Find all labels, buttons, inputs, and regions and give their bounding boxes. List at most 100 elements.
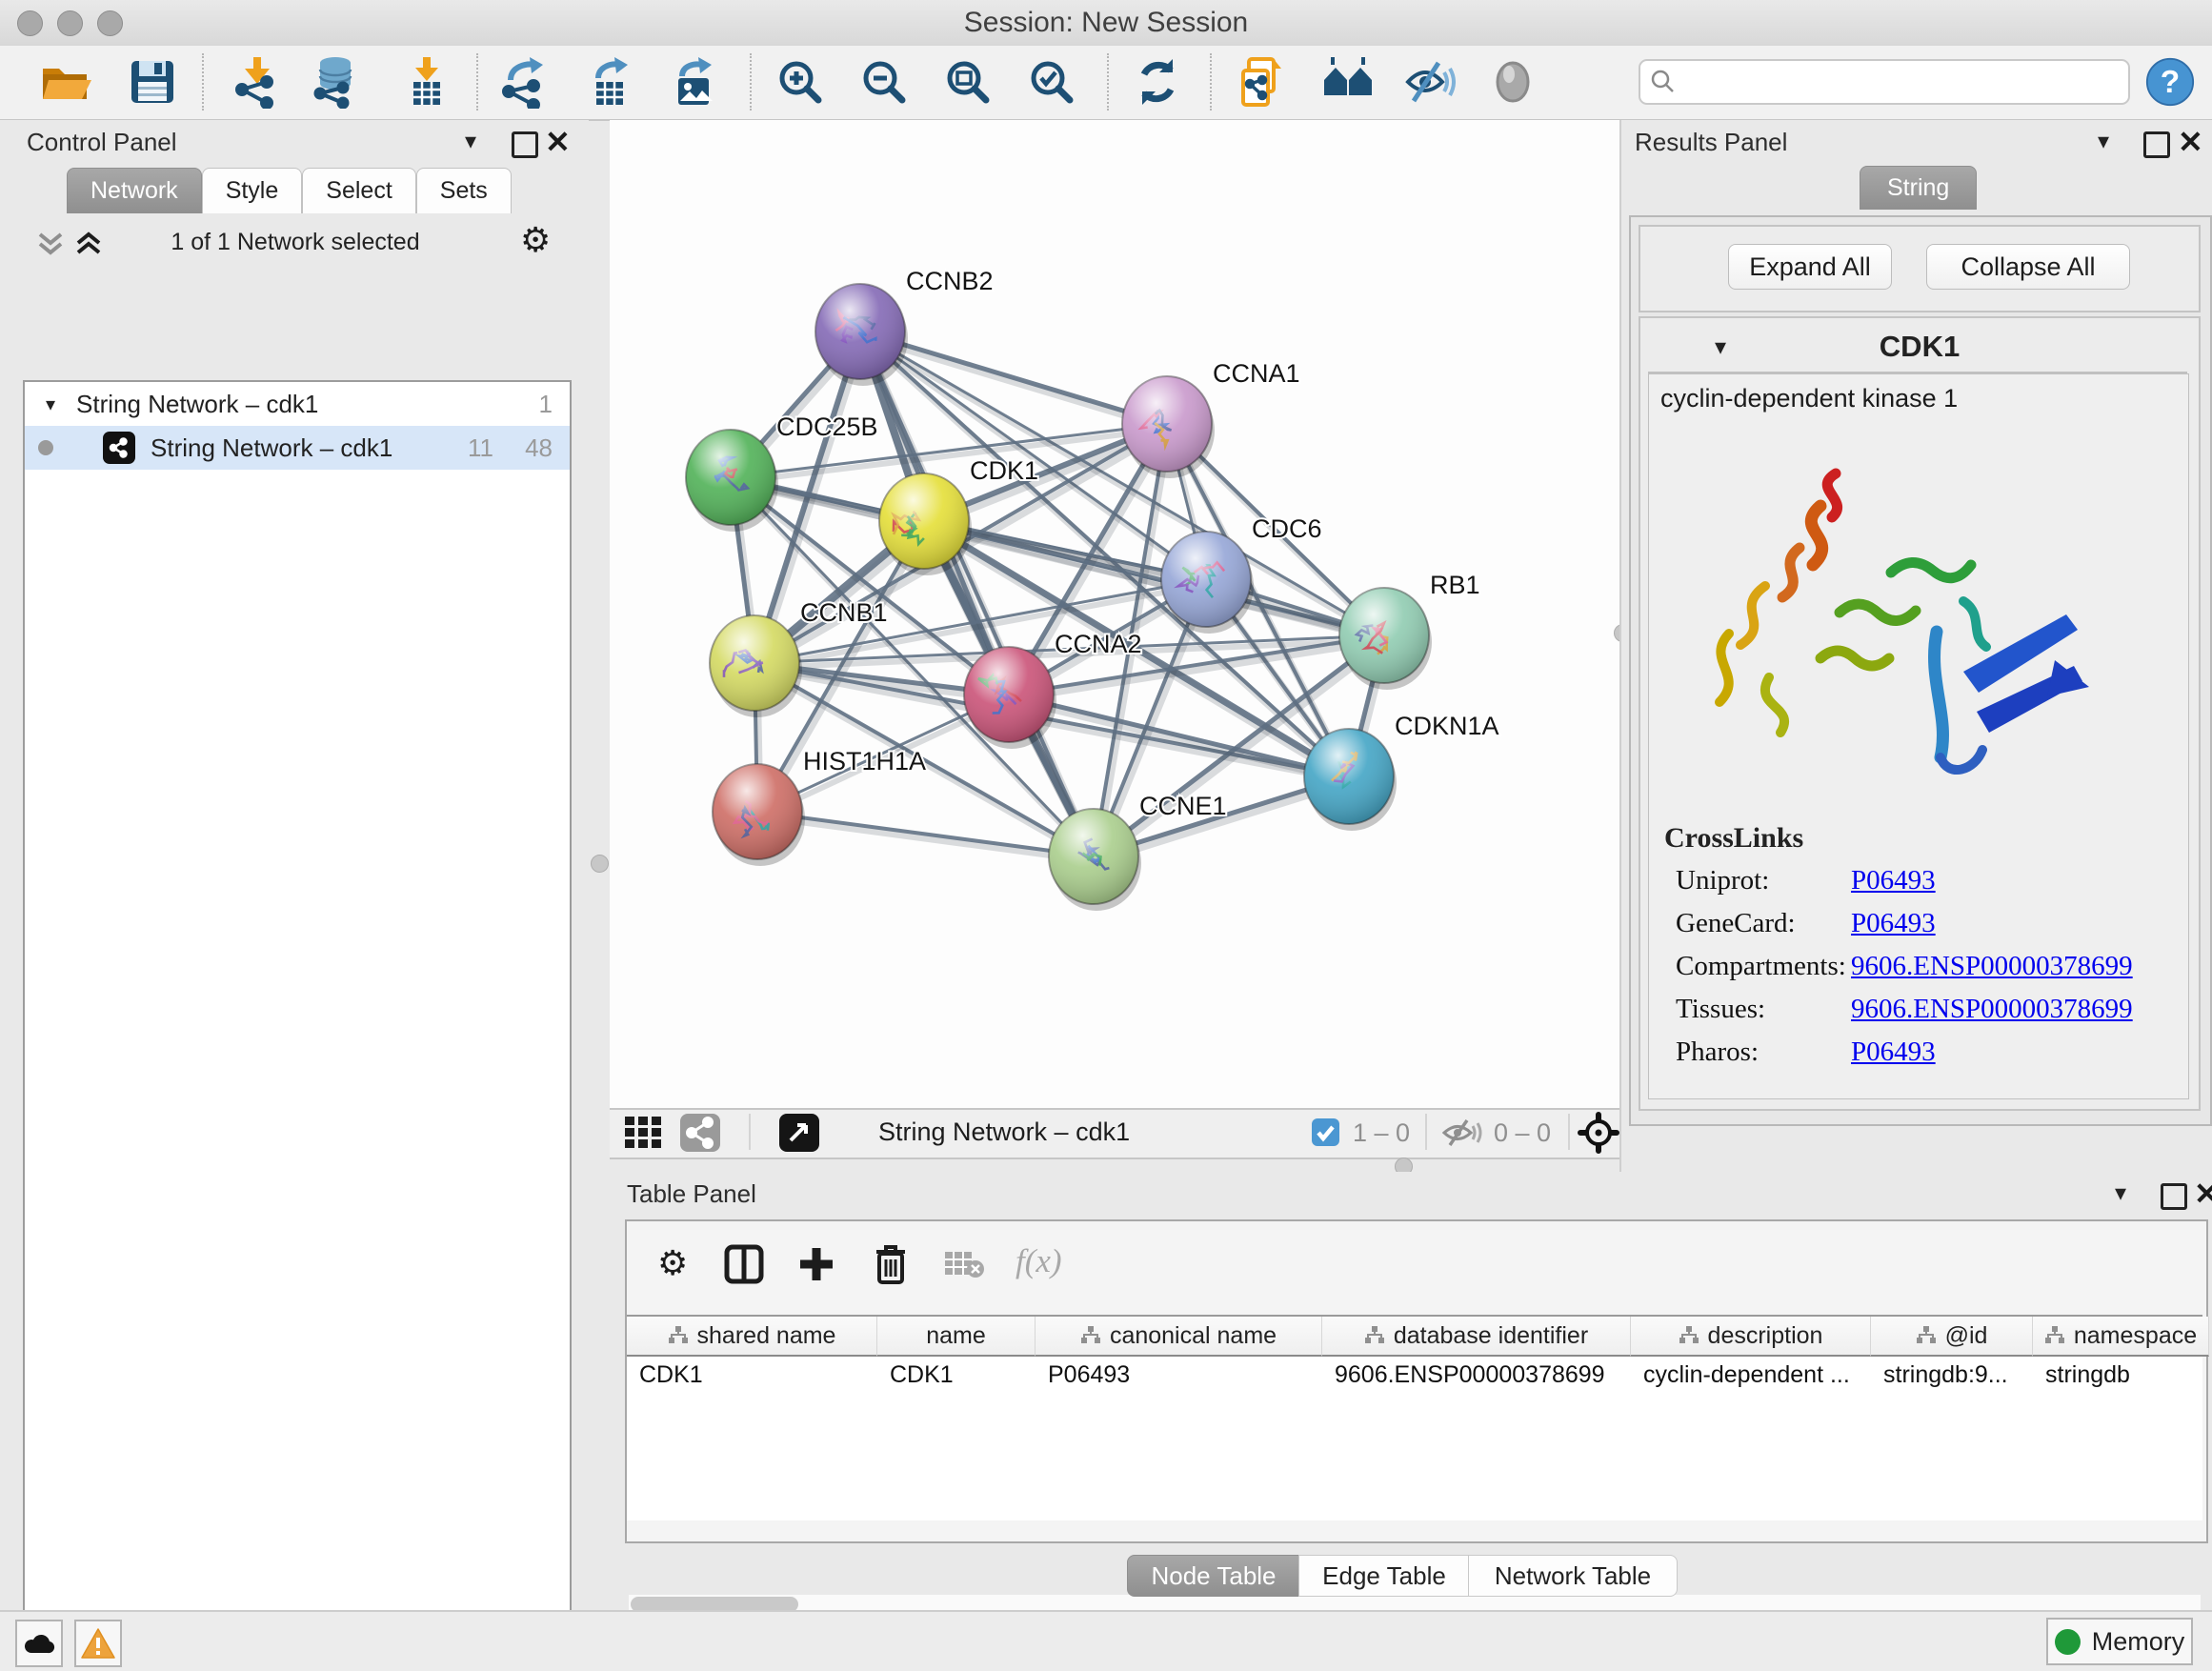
node-RB1[interactable] bbox=[1339, 588, 1432, 690]
column-header-canonical-name[interactable]: canonical name bbox=[1036, 1317, 1322, 1357]
column-header-namespace[interactable]: namespace bbox=[2033, 1317, 2209, 1357]
network-group-row[interactable]: ▾ String Network – cdk1 1 bbox=[25, 382, 570, 426]
table-cell[interactable]: CDK1 bbox=[877, 1357, 1035, 1393]
network-view-toolbar: String Network – cdk1 1 – 0 0 – 0 bbox=[610, 1108, 1619, 1159]
birdseye-icon[interactable] bbox=[779, 1114, 819, 1152]
clone-network-icon[interactable] bbox=[1236, 55, 1289, 109]
table-gear-icon[interactable]: ⚙ bbox=[657, 1246, 688, 1280]
highlight-icon[interactable] bbox=[1486, 55, 1539, 109]
table-panel-close-icon[interactable]: ✕ bbox=[2194, 1183, 2212, 1204]
node-CCNA1[interactable] bbox=[1122, 376, 1215, 478]
tab-node-table[interactable]: Node Table bbox=[1127, 1555, 1300, 1597]
zoom-out-icon[interactable] bbox=[857, 55, 911, 109]
collapse-all-button[interactable]: Collapse All bbox=[1926, 244, 2130, 290]
refresh-icon[interactable] bbox=[1131, 55, 1184, 109]
crosslink-link[interactable]: 9606.ENSP00000378699 bbox=[1851, 994, 2133, 1025]
add-icon[interactable] bbox=[796, 1244, 836, 1284]
crosslink-link[interactable]: P06493 bbox=[1851, 1037, 1936, 1068]
open-session-icon[interactable] bbox=[38, 55, 91, 109]
results-panel-menu-icon[interactable]: ▾ bbox=[2098, 128, 2109, 155]
column-header--id[interactable]: @id bbox=[1871, 1317, 2033, 1357]
crosshair-icon[interactable] bbox=[1578, 1112, 1619, 1154]
search-input[interactable] bbox=[1682, 63, 2120, 97]
import-network-icon[interactable] bbox=[231, 55, 284, 109]
node-count: 11 bbox=[468, 433, 493, 463]
crosslink-link[interactable]: 9606.ENSP00000378699 bbox=[1851, 951, 2133, 982]
window-title: Session: New Session bbox=[0, 7, 2212, 39]
zoom-selected-icon[interactable] bbox=[1025, 55, 1078, 109]
zoom-fit-icon[interactable] bbox=[941, 55, 995, 109]
node-CDKN1A[interactable] bbox=[1304, 729, 1397, 831]
table-panel-menu-icon[interactable]: ▾ bbox=[2115, 1179, 2126, 1207]
share-icon[interactable] bbox=[680, 1114, 720, 1152]
tab-network[interactable]: Network bbox=[67, 168, 202, 213]
warning-icon bbox=[80, 1627, 116, 1660]
crosslink-link[interactable]: P06493 bbox=[1851, 908, 1936, 939]
table-cell[interactable]: stringdb:9... bbox=[1871, 1357, 2032, 1393]
table-cell[interactable]: P06493 bbox=[1036, 1357, 1321, 1393]
gear-icon[interactable]: ⚙ bbox=[520, 223, 551, 257]
column-header-shared-name[interactable]: shared name bbox=[627, 1317, 877, 1357]
column-header-description[interactable]: description bbox=[1631, 1317, 1871, 1357]
memory-button[interactable]: Memory bbox=[2046, 1618, 2193, 1665]
control-panel-float-icon[interactable] bbox=[512, 131, 538, 158]
search-icon bbox=[1650, 69, 1677, 95]
table-panel-float-icon[interactable] bbox=[2161, 1183, 2187, 1210]
node-HIST1H1A[interactable] bbox=[713, 764, 805, 866]
left-splitter-handle[interactable] bbox=[591, 855, 609, 873]
warning-button[interactable] bbox=[74, 1620, 122, 1667]
crosslink-link[interactable]: P06493 bbox=[1851, 865, 1936, 896]
table-cell[interactable]: cyclin-dependent ... bbox=[1631, 1357, 1870, 1393]
column-header-database-identifier[interactable]: database identifier bbox=[1322, 1317, 1631, 1357]
tab-style[interactable]: Style bbox=[202, 168, 303, 213]
crosslink-label: GeneCard: bbox=[1676, 908, 1796, 939]
column-header-name[interactable]: name bbox=[877, 1317, 1036, 1357]
help-icon[interactable]: ? bbox=[2145, 57, 2195, 107]
zoom-in-icon[interactable] bbox=[774, 55, 827, 109]
table-cell[interactable]: stringdb bbox=[2033, 1357, 2208, 1393]
toolbar-separator bbox=[476, 53, 478, 111]
collapse-caret-icon[interactable]: ▾ bbox=[46, 393, 55, 416]
tab-edge-table[interactable]: Edge Table bbox=[1298, 1555, 1470, 1597]
node-label-CCNE1: CCNE1 bbox=[1139, 792, 1227, 820]
memory-status-dot bbox=[2055, 1629, 2081, 1655]
show-hide-icon[interactable] bbox=[1402, 55, 1456, 109]
node-CCNE1[interactable] bbox=[1049, 809, 1141, 911]
export-image-icon[interactable] bbox=[667, 55, 720, 109]
tab-sets[interactable]: Sets bbox=[416, 168, 512, 213]
save-session-icon[interactable] bbox=[126, 55, 179, 109]
control-panel-menu-icon[interactable]: ▾ bbox=[465, 128, 476, 155]
tab-network-table[interactable]: Network Table bbox=[1468, 1555, 1678, 1597]
selected-checkbox-icon[interactable] bbox=[1311, 1117, 1340, 1147]
network-canvas[interactable]: CCNB2CCNA1CDC25BCDK1CDC6RB1CCNB1CCNA2CDK… bbox=[610, 120, 1619, 1108]
node-CDC25B[interactable] bbox=[686, 430, 778, 532]
network-row-selected[interactable]: String Network – cdk1 11 48 bbox=[25, 426, 570, 470]
trash-icon[interactable] bbox=[871, 1242, 911, 1286]
tab-select[interactable]: Select bbox=[302, 168, 415, 213]
import-database-icon[interactable] bbox=[309, 55, 362, 109]
network-status-dot bbox=[38, 440, 53, 455]
title-bar: Session: New Session bbox=[0, 0, 2212, 47]
crosslink-row: Tissues:9606.ENSP00000378699 bbox=[1649, 994, 2188, 1037]
cloud-button[interactable] bbox=[15, 1620, 63, 1667]
expand-all-button[interactable]: Expand All bbox=[1728, 244, 1892, 290]
export-network-icon[interactable] bbox=[497, 55, 551, 109]
grid-icon[interactable] bbox=[623, 1115, 667, 1151]
import-table-icon[interactable] bbox=[400, 55, 453, 109]
table-cell[interactable]: 9606.ENSP00000378699 bbox=[1322, 1357, 1630, 1393]
cdk1-section: ▾ CDK1 cyclin-dependent kinase 1 bbox=[1639, 316, 2201, 1111]
first-neighbors-icon[interactable] bbox=[1321, 55, 1375, 109]
table-cell[interactable]: CDK1 bbox=[627, 1357, 876, 1393]
export-table-icon[interactable] bbox=[583, 55, 636, 109]
results-panel-float-icon[interactable] bbox=[2143, 131, 2170, 158]
columns-icon[interactable] bbox=[724, 1244, 764, 1284]
crosslink-label: Compartments: bbox=[1676, 951, 1846, 982]
tab-string[interactable]: String bbox=[1860, 166, 1977, 210]
crosslink-row: Uniprot:P06493 bbox=[1649, 865, 2188, 908]
node-CCNB1[interactable] bbox=[710, 615, 802, 717]
string-results-container: Expand All Collapse All ▾ CDK1 cyclin-de… bbox=[1629, 215, 2212, 1126]
results-panel-close-icon[interactable]: ✕ bbox=[2178, 131, 2203, 152]
control-panel-close-icon[interactable]: ✕ bbox=[545, 131, 571, 152]
edge-count: 48 bbox=[525, 433, 553, 463]
edge-CCNB2-CCNE1[interactable] bbox=[860, 332, 1094, 856]
